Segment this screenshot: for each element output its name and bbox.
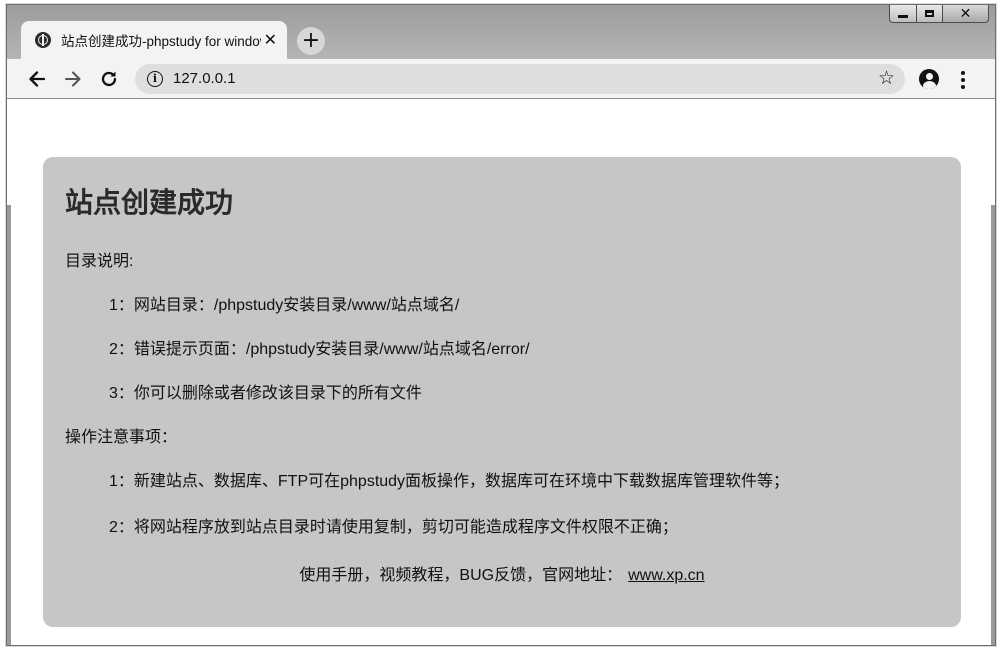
reload-button[interactable] (97, 67, 121, 91)
forward-button[interactable] (61, 67, 85, 91)
minimize-icon (898, 15, 908, 18)
account-head-shape (925, 72, 933, 80)
maximize-icon (925, 10, 934, 17)
browser-window: 站点创建成功-phpstudy for windows ✕ + ✕ i 127.… (6, 4, 996, 646)
left-edge (7, 205, 11, 645)
back-button[interactable] (25, 67, 49, 91)
more-vert-icon[interactable] (961, 71, 965, 89)
tab-strip: 站点创建成功-phpstudy for windows ✕ + ✕ (7, 5, 995, 59)
menu-dot (961, 78, 965, 82)
new-tab-button[interactable]: + (297, 27, 325, 55)
star-icon[interactable]: ☆ (878, 67, 895, 89)
maximize-button[interactable] (917, 5, 943, 23)
info-icon[interactable]: i (147, 71, 163, 87)
arrow-right-icon (64, 71, 81, 87)
footer-text: 使用手册，视频教程，BUG反馈，官网地址： (299, 567, 623, 584)
page-viewport: 站点创建成功 目录说明: 1：网站目录：/phpstudy安装目录/www/站点… (7, 99, 995, 645)
directory-heading: 目录说明: (65, 253, 134, 270)
right-edge (991, 205, 995, 645)
globe-icon (35, 32, 51, 48)
arrow-left-icon (29, 71, 46, 87)
menu-dot (961, 71, 965, 75)
official-site-link[interactable]: www.xp.cn (628, 567, 704, 584)
browser-toolbar: i 127.0.0.1 ☆ (7, 59, 995, 99)
account-icon[interactable] (919, 69, 939, 89)
directory-item: 3：你可以删除或者修改该目录下的所有文件 (109, 385, 422, 402)
window-controls: ✕ (889, 5, 989, 27)
footer-line: 使用手册，视频教程，BUG反馈，官网地址： www.xp.cn (43, 561, 961, 585)
notes-item: 2：将网站程序放到站点目录时请使用复制，剪切可能造成程序文件权限不正确； (109, 519, 678, 536)
account-body-shape (922, 81, 936, 89)
notes-item: 1：新建站点、数据库、FTP可在phpstudy面板操作，数据库可在环境中下载数… (109, 473, 790, 490)
directory-item: 2：错误提示页面：/phpstudy安装目录/www/站点域名/error/ (109, 341, 530, 358)
browser-tab[interactable]: 站点创建成功-phpstudy for windows ✕ (21, 21, 287, 59)
address-bar[interactable]: i 127.0.0.1 ☆ (135, 64, 905, 94)
info-card: 站点创建成功 目录说明: 1：网站目录：/phpstudy安装目录/www/站点… (43, 157, 961, 627)
directory-item: 1：网站目录：/phpstudy安装目录/www/站点域名/ (109, 297, 460, 314)
menu-dot (961, 85, 965, 89)
tab-title: 站点创建成功-phpstudy for windows (61, 34, 261, 49)
tab-close-icon[interactable]: ✕ (264, 32, 277, 48)
url-text[interactable]: 127.0.0.1 (173, 70, 236, 87)
page-title: 站点创建成功 (65, 187, 234, 218)
reload-icon (101, 71, 117, 87)
window-close-button[interactable]: ✕ (943, 5, 989, 23)
minimize-button[interactable] (889, 5, 917, 23)
notes-heading: 操作注意事项： (65, 429, 178, 446)
